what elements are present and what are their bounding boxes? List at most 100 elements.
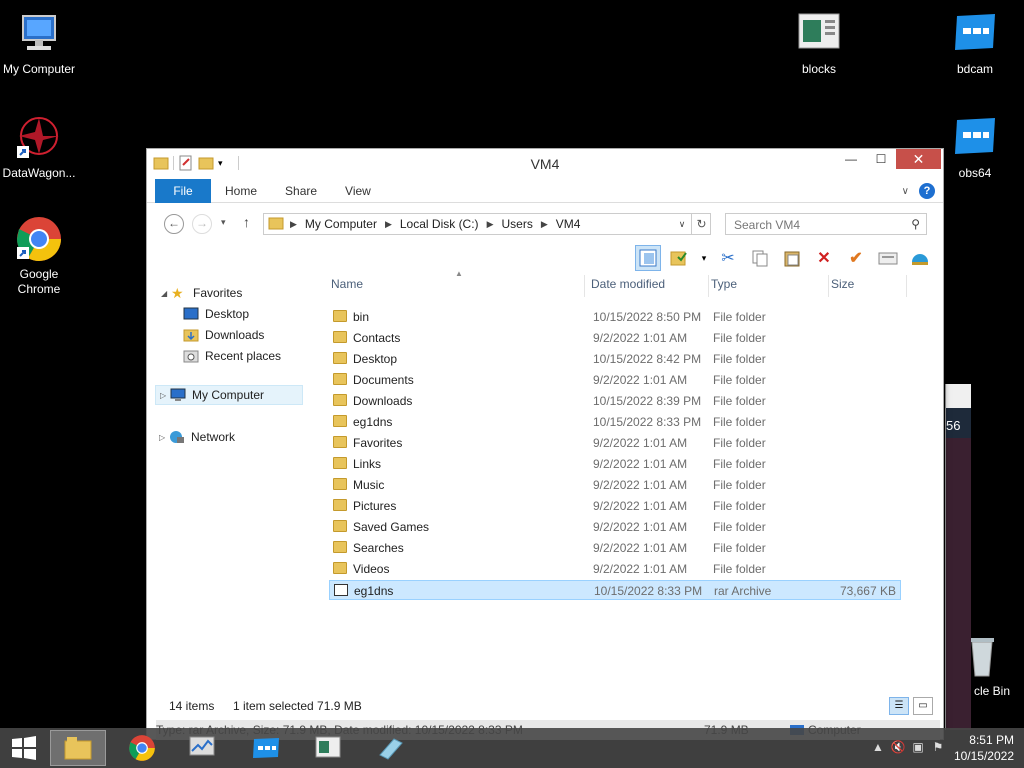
shell-icon[interactable] [907, 245, 933, 271]
tab-view[interactable]: View [331, 179, 385, 203]
up-arrow-icon[interactable]: ↑ [243, 214, 250, 230]
file-name: Documents [353, 373, 414, 387]
cut-icon[interactable]: ✂ [715, 245, 741, 271]
delete-icon[interactable]: ✕ [811, 245, 837, 271]
copy-icon[interactable] [747, 245, 773, 271]
desktop-icon-google-chrome[interactable]: Google Chrome [0, 215, 81, 297]
nav-label: Desktop [205, 307, 250, 321]
address-bar[interactable]: ▶ My Computer ▶ Local Disk (C:) ▶ Users … [263, 213, 711, 235]
table-row[interactable]: Links 9/2/2022 1:01 AM File folder [329, 454, 901, 474]
file-date: 9/2/2022 1:01 AM [593, 499, 688, 513]
column-header-size[interactable]: Size [831, 275, 907, 297]
nav-item-network[interactable]: ▷ Network [159, 427, 235, 447]
maximize-button[interactable]: ☐ [866, 149, 896, 169]
forward-button[interactable]: → [192, 214, 212, 234]
column-header-name[interactable]: ▲ Name [331, 269, 585, 297]
nav-item-my-computer[interactable]: ▷ My Computer [155, 385, 303, 405]
file-name: Pictures [353, 499, 397, 513]
taskbar-resource-monitor[interactable] [174, 730, 230, 766]
clock[interactable]: 8:51 PM 10/15/2022 [954, 732, 1014, 764]
column-header-date[interactable]: Date modified [591, 275, 709, 297]
file-name: Links [353, 457, 382, 471]
breadcrumb-item[interactable]: Users [501, 217, 532, 231]
breadcrumb-item[interactable]: Local Disk (C:) [400, 217, 479, 231]
table-row[interactable]: Videos 9/2/2022 1:01 AM File folder [329, 559, 901, 579]
table-row[interactable]: eg1dns 10/15/2022 8:33 PM rar Archive 73,66… [329, 580, 901, 600]
tab-share[interactable]: Share [271, 179, 331, 203]
table-row[interactable]: Documents 9/2/2022 1:01 AM File folder [329, 370, 901, 390]
desktop-icon-my-computer[interactable]: My Computer [0, 10, 81, 77]
table-row[interactable]: Saved Games 9/2/2022 1:01 AM File folder [329, 517, 901, 537]
folder-icon [333, 331, 347, 343]
action-center-icon[interactable]: ⚑ [930, 740, 946, 756]
taskbar-chrome[interactable] [114, 730, 170, 766]
expand-ribbon-icon[interactable]: ∨ [902, 186, 909, 197]
table-row[interactable]: Music 9/2/2022 1:01 AM File folder [329, 475, 901, 495]
preview-pane-icon[interactable] [635, 245, 661, 271]
file-date: 9/2/2022 1:01 AM [593, 541, 688, 555]
details-view-button[interactable]: ☰ [889, 697, 909, 715]
breadcrumb-item[interactable]: VM4 [556, 217, 581, 231]
table-row[interactable]: Pictures 9/2/2022 1:01 AM File folder [329, 496, 901, 516]
address-dropdown-icon[interactable]: ∨ [673, 213, 691, 235]
folder-icon [333, 373, 347, 385]
taskbar-explorer[interactable] [50, 730, 106, 766]
file-name: Music [353, 478, 385, 492]
column-header-type[interactable]: Type [711, 275, 829, 297]
table-row[interactable]: Contacts 9/2/2022 1:01 AM File folder [329, 328, 901, 348]
recent-places-icon [183, 349, 199, 363]
title-bar[interactable]: ▾ VM4 — ☐ ✕ [147, 149, 943, 179]
computer-icon [170, 388, 186, 402]
back-button[interactable]: ← [164, 214, 184, 234]
desktop-icon-blocks[interactable]: blocks [777, 10, 861, 77]
desktop-icon-obs64[interactable]: obs64 [933, 114, 1017, 181]
background-window[interactable]: 56 [945, 384, 971, 730]
close-button[interactable]: ✕ [896, 149, 941, 169]
search-input[interactable]: Search VM4 ⚲ [725, 213, 927, 235]
file-name: Videos [353, 562, 390, 576]
minimize-button[interactable]: — [836, 149, 866, 169]
file-type: File folder [713, 562, 766, 576]
table-row[interactable]: bin 10/15/2022 8:50 PM File folder [329, 307, 901, 327]
file-type: File folder [713, 331, 766, 345]
table-row[interactable]: Searches 9/2/2022 1:01 AM File folder [329, 538, 901, 558]
folder-options-icon[interactable] [667, 245, 693, 271]
table-row[interactable]: Downloads 10/15/2022 8:39 PM File folder [329, 391, 901, 411]
taskbar-bdcam[interactable] [238, 730, 294, 766]
nav-item-downloads[interactable]: Downloads [183, 325, 264, 345]
desktop-icon-bdcam[interactable]: bdcam [933, 10, 1017, 77]
properties-icon[interactable] [875, 245, 901, 271]
breadcrumb-item[interactable]: My Computer [305, 217, 377, 231]
file-date: 9/2/2022 1:01 AM [593, 457, 688, 471]
rename-checkmark-icon[interactable]: ✔ [843, 245, 869, 271]
volume-muted-icon[interactable]: 🔇 [890, 740, 906, 756]
recent-locations-icon[interactable]: ▾ [221, 217, 226, 228]
taskbar-app[interactable] [362, 730, 418, 766]
show-hidden-icons-icon[interactable]: ▲ [870, 740, 886, 756]
desktop-icon-label: My Computer [2, 62, 76, 76]
tab-file[interactable]: File [155, 178, 211, 203]
taskbar-blocks[interactable] [300, 730, 356, 766]
nav-item-favorites[interactable]: ◢ ★ Favorites [161, 283, 242, 303]
table-row[interactable]: Desktop 10/15/2022 8:42 PM File folder [329, 349, 901, 369]
file-type: File folder [713, 394, 766, 408]
file-type: File folder [713, 499, 766, 513]
explorer-window[interactable]: ▾ VM4 — ☐ ✕ File Home Share View ∨ ? ← →… [146, 148, 944, 740]
desktop-icon-datawagon[interactable]: DataWagon... [0, 114, 81, 181]
nav-item-desktop[interactable]: Desktop [183, 304, 249, 324]
refresh-icon[interactable]: ↻ [691, 213, 711, 235]
column-label: Name [331, 277, 364, 291]
paste-icon[interactable] [779, 245, 805, 271]
nav-item-recent-places[interactable]: Recent places [183, 346, 281, 366]
table-row[interactable]: Favorites 9/2/2022 1:01 AM File folder [329, 433, 901, 453]
nav-label: Downloads [205, 328, 265, 342]
file-type: File folder [713, 310, 766, 324]
chevron-down-icon[interactable]: ▾ [699, 245, 709, 271]
large-icons-view-button[interactable]: ▭ [913, 697, 933, 715]
table-row[interactable]: eg1dns 10/15/2022 8:33 PM File folder [329, 412, 901, 432]
start-button[interactable] [0, 728, 48, 768]
tab-home[interactable]: Home [211, 179, 271, 203]
file-list: ▲ Name Date modified Type Size bin 10/15/… [327, 269, 943, 695]
help-icon[interactable]: ? [919, 183, 935, 199]
network-icon[interactable]: ▣ [910, 740, 926, 756]
